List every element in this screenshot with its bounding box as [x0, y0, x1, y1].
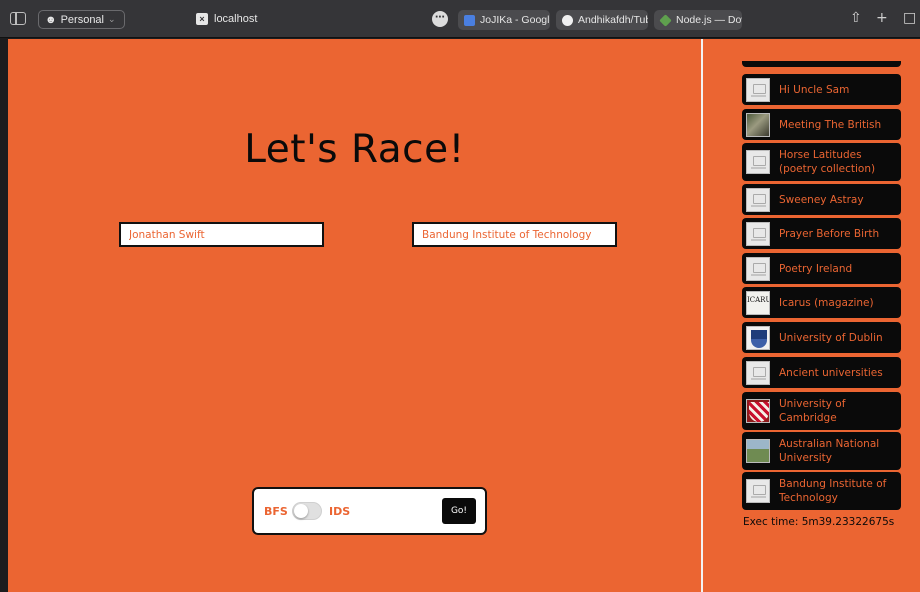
cambridge-crest-icon [746, 399, 770, 423]
path-item[interactable]: Horse Latitudes (poetry collection) [742, 143, 901, 181]
target-article-input[interactable] [412, 222, 617, 247]
dublin-crest-icon [746, 325, 770, 350]
tab-overview-icon[interactable]: □ [903, 10, 916, 26]
docs-favicon-icon [464, 14, 475, 26]
path-item[interactable]: Prayer Before Birth [742, 218, 901, 249]
path-item-label: Prayer Before Birth [779, 227, 880, 240]
path-item-label: Icarus (magazine) [779, 296, 874, 309]
article-thumbnail [746, 439, 770, 463]
github-favicon-icon [562, 14, 573, 26]
path-item-label: Ancient universities [779, 366, 883, 379]
chevron-down-icon: ⌄ [108, 14, 116, 24]
tab-nodejs-title: Node.js — Down... [676, 14, 742, 26]
placeholder-image-icon [746, 221, 770, 246]
toggle-knob [294, 504, 308, 518]
share-icon[interactable]: ⇧ [850, 10, 862, 26]
path-item[interactable]: Poetry Ireland [742, 253, 901, 284]
localhost-favicon-icon: × [196, 13, 208, 25]
tab-jojika-title: JoJIKa - Google... [480, 14, 550, 26]
bfs-label: BFS [264, 505, 288, 518]
page-title: Let's Race! [244, 127, 465, 172]
tab-active[interactable]: × localhost [196, 9, 421, 29]
path-item-label: University of Dublin [779, 331, 883, 344]
path-item[interactable]: University of Cambridge [742, 392, 901, 430]
placeholder-image-icon [746, 479, 770, 503]
placeholder-image-icon [746, 256, 770, 281]
path-item-label: Horse Latitudes (poetry collection) [779, 149, 876, 175]
algorithm-toggle[interactable] [292, 502, 322, 520]
placeholder-image-icon [746, 187, 770, 212]
path-item-label: Poetry Ireland [779, 262, 853, 275]
page-viewport: Let's Race! BFS IDS Go! Hi Uncle Sam Mee… [0, 39, 920, 592]
placeholder-image-icon [746, 150, 770, 174]
person-icon: ☻ [45, 13, 57, 26]
sidebar-toggle-icon[interactable] [10, 12, 26, 25]
path-item-partial [742, 61, 901, 67]
tab-nodejs[interactable]: Node.js — Down... [654, 10, 742, 30]
path-item[interactable]: Australian National University [742, 432, 901, 470]
path-item-label: Bandung Institute of Technology [779, 478, 887, 504]
path-item[interactable]: University of Dublin [742, 322, 901, 353]
placeholder-image-icon [746, 360, 770, 385]
nodejs-favicon-icon [659, 13, 672, 27]
tab-jojika[interactable]: JoJIKa - Google... [458, 10, 550, 30]
path-item[interactable]: Sweeney Astray [742, 184, 901, 215]
path-item-label: Sweeney Astray [779, 193, 864, 206]
profile-button[interactable]: ☻ Personal ⌄ [38, 10, 125, 29]
path-item[interactable]: ICARUS Icarus (magazine) [742, 287, 901, 318]
icarus-logo: ICARUS [746, 290, 770, 315]
results-panel: Hi Uncle Sam Meeting The British Horse L… [703, 39, 920, 592]
article-thumbnail [746, 112, 770, 137]
path-item[interactable]: Bandung Institute of Technology [742, 472, 901, 510]
path-item-label: Hi Uncle Sam [779, 83, 850, 96]
algorithm-controls: BFS IDS Go! [252, 487, 487, 535]
profile-label: Personal [60, 13, 104, 26]
ids-label: IDS [329, 505, 351, 518]
tab-github[interactable]: Andhikafdh/Tub... [556, 10, 648, 30]
race-panel: Let's Race! BFS IDS Go! [8, 39, 701, 592]
tab-github-title: Andhikafdh/Tub... [578, 14, 648, 26]
path-item[interactable]: Meeting The British [742, 109, 901, 140]
start-article-input[interactable] [119, 222, 324, 247]
go-button[interactable]: Go! [442, 498, 476, 524]
path-item-label: Australian National University [779, 438, 880, 464]
browser-toolbar: ☻ Personal ⌄ × localhost ⋯ JoJIKa - Goog… [0, 0, 920, 38]
path-item-label: Meeting The British [779, 118, 882, 131]
more-options-icon[interactable]: ⋯ [432, 11, 448, 27]
tab-active-title: localhost [214, 13, 258, 25]
path-item[interactable]: Hi Uncle Sam [742, 74, 901, 105]
placeholder-image-icon [746, 77, 770, 102]
path-item[interactable]: Ancient universities [742, 357, 901, 388]
path-item-label: University of Cambridge [779, 398, 846, 424]
exec-time: Exec time: 5m39.23322675s [743, 516, 895, 528]
new-tab-icon[interactable]: + [876, 10, 888, 26]
